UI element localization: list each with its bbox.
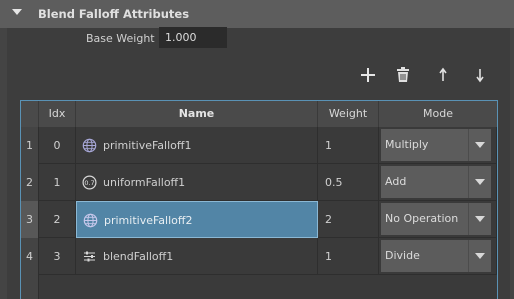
name-text: uniformFalloff1	[103, 176, 186, 189]
mode-dropdown[interactable]: No Operation	[381, 203, 491, 235]
row-number[interactable]: 3	[21, 201, 39, 238]
mode-cell: Multiply	[379, 127, 497, 164]
table-row[interactable]: 4 3 blendFalloff1 1 Divide	[21, 238, 497, 275]
chevron-down-icon	[475, 216, 485, 222]
idx-cell: 3	[39, 238, 76, 275]
weight-cell[interactable]: 0.5	[318, 164, 379, 201]
plus-icon	[361, 68, 375, 82]
collapse-arrow-icon[interactable]	[12, 9, 22, 15]
arrow-up-icon	[439, 67, 447, 81]
section-header[interactable]: Blend Falloff Attributes	[0, 0, 514, 28]
add-button[interactable]	[357, 64, 379, 86]
weight-cell[interactable]: 1	[318, 238, 379, 275]
column-header-idx[interactable]: Idx	[39, 101, 76, 127]
table-header: Idx Name Weight Mode	[21, 101, 497, 127]
uniform-value-icon: 0.7	[82, 175, 97, 190]
idx-cell: 0	[39, 127, 76, 164]
mode-dropdown[interactable]: Multiply	[381, 129, 491, 161]
section-title: Blend Falloff Attributes	[38, 7, 190, 21]
table-row[interactable]: 3 2 primitiveFalloff2 2 No Operation	[21, 201, 497, 238]
name-cell[interactable]: primitiveFalloff1	[76, 127, 318, 164]
column-header-weight[interactable]: Weight	[318, 101, 379, 127]
move-up-button[interactable]	[432, 64, 454, 86]
mode-value: No Operation	[385, 212, 459, 225]
table-row[interactable]: 2 1 0.7 uniformFalloff1 0.5 Add	[21, 164, 497, 201]
name-text: primitiveFalloff2	[104, 214, 193, 227]
base-weight-label: Base Weight	[86, 32, 155, 45]
mode-dropdown[interactable]: Divide	[381, 240, 491, 272]
row-number[interactable]: 2	[21, 164, 39, 201]
column-header-name[interactable]: Name	[76, 101, 318, 127]
row-number[interactable]: 4	[21, 238, 39, 275]
name-text: blendFalloff1	[103, 250, 174, 263]
trash-icon	[397, 67, 409, 82]
name-cell[interactable]: 0.7 uniformFalloff1	[76, 164, 318, 201]
sliders-icon	[84, 251, 95, 262]
arrow-down-icon	[476, 69, 484, 83]
name-text: primitiveFalloff1	[103, 139, 192, 152]
weight-cell[interactable]: 2	[318, 201, 379, 238]
chevron-down-icon	[475, 253, 485, 259]
chevron-down-icon	[475, 142, 485, 148]
mode-value: Divide	[385, 249, 420, 262]
mode-cell: No Operation	[379, 201, 497, 238]
corner-header	[21, 101, 39, 127]
mode-dropdown[interactable]: Add	[381, 166, 491, 198]
mode-value: Multiply	[385, 138, 429, 151]
dropdown-button[interactable]	[468, 129, 491, 161]
weight-cell[interactable]: 1	[318, 127, 379, 164]
name-cell[interactable]: blendFalloff1	[76, 238, 318, 275]
mode-cell: Divide	[379, 238, 497, 275]
row-header-filler	[21, 275, 39, 299]
dropdown-button[interactable]	[468, 166, 491, 198]
table-empty-area	[21, 275, 497, 299]
mode-cell: Add	[379, 164, 497, 201]
globe-icon	[83, 213, 98, 228]
table-row[interactable]: 1 0 primitiveFalloff1 1 Multiply	[21, 127, 497, 164]
dropdown-button[interactable]	[468, 240, 491, 272]
idx-cell: 2	[39, 201, 76, 238]
row-number[interactable]: 1	[21, 127, 39, 164]
globe-icon	[82, 138, 97, 153]
falloff-table: Idx Name Weight Mode 1 0 primitiveFallof…	[20, 100, 498, 299]
svg-text:0.7: 0.7	[84, 179, 94, 187]
mode-value: Add	[385, 175, 407, 188]
idx-cell: 1	[39, 164, 76, 201]
dropdown-button[interactable]	[468, 203, 491, 235]
column-header-mode[interactable]: Mode	[379, 101, 497, 127]
name-cell-selected[interactable]: primitiveFalloff2	[76, 201, 318, 238]
move-down-button[interactable]	[469, 64, 491, 86]
chevron-down-icon	[475, 179, 485, 185]
delete-button[interactable]	[392, 64, 414, 86]
base-weight-field[interactable]: 1.000	[159, 27, 227, 48]
